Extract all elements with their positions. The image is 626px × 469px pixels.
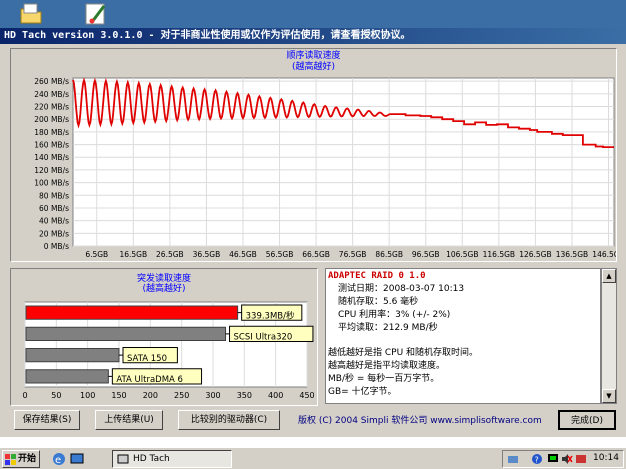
read-x-tick-label: 6.5GB: [85, 250, 108, 259]
burst-x-tick-label: 100: [80, 391, 95, 400]
info-line-cpu: CPU 利用率：3% (+/- 2%): [338, 310, 451, 320]
start-button[interactable]: 开始: [2, 450, 40, 468]
info-line-random-access: 随机存取：5.6 毫秒: [338, 297, 419, 307]
read-x-tick-label: 76.5GB: [339, 250, 367, 259]
read-y-tick-label: 140 MB/s: [34, 153, 69, 162]
info-line-date: 测试日期：2008-03-07 10:13: [338, 284, 465, 294]
clock: 10:14: [593, 453, 619, 463]
read-x-tick-label: 66.5GB: [302, 250, 330, 259]
read-x-tick-label: 56.5GB: [266, 250, 294, 259]
input-icon[interactable]: [575, 453, 587, 465]
read-y-tick-label: 120 MB/s: [34, 166, 69, 175]
read-x-tick-label: 36.5GB: [193, 250, 221, 259]
burst-bar-label: ATA UltraDMA 6: [116, 375, 183, 385]
burst-read-chart: 0 50 100 150 200 250 300 350 400 450 339.3MB/秒 SCSI…: [22, 301, 315, 400]
read-y-tick-label: 60 MB/s: [39, 204, 69, 213]
burst-x-tick-label: 200: [143, 391, 158, 400]
burst-bar-label: SATA 150: [127, 354, 167, 364]
burst-bar: [25, 348, 120, 363]
burst-x-tick-label: 450: [299, 391, 314, 400]
read-y-tick-label: 100 MB/s: [34, 179, 69, 188]
read-x-tick-label: 96.5GB: [412, 250, 440, 259]
burst-bar-label: SCSI Ultra320: [234, 333, 293, 343]
desktop: [0, 0, 626, 28]
upload-results-button[interactable]: 上传结果(U): [95, 410, 163, 430]
burst-bar: [25, 305, 239, 320]
ie-icon[interactable]: e: [52, 452, 66, 466]
system-tray: ? 10:14: [502, 450, 624, 468]
read-y-tick-label: 40 MB/s: [39, 217, 69, 226]
desktop-icon[interactable]: [70, 452, 84, 466]
burst-x-tick-label: 300: [205, 391, 220, 400]
svg-text:e: e: [55, 455, 61, 466]
read-y-tick-label: 180 MB/s: [34, 128, 69, 137]
taskbar-task-label: HD Tach: [133, 454, 170, 464]
read-x-tick-label: 46.5GB: [229, 250, 257, 259]
read-y-tick-label: 240 MB/s: [34, 90, 69, 99]
svg-text:?: ?: [535, 456, 539, 465]
info-note-lower-better: 越低越好是指 CPU 和随机存取时间。: [328, 348, 479, 358]
info-line-average-read: 平均读取：212.9 MB/秒: [338, 323, 438, 333]
scroll-down-button[interactable]: ▼: [602, 389, 616, 403]
start-label: 开始: [18, 454, 37, 464]
sequential-read-chart: 0 MB/s 20 MB/s 40 MB/s 60 MB/s 80 MB/s 100 MB…: [34, 77, 616, 259]
window-titlebar[interactable]: HD Tach version 3.0.1.0 - 对于非商业性使用或仅作为评估…: [0, 28, 626, 44]
read-y-tick-label: 20 MB/s: [39, 229, 69, 238]
paint-icon[interactable]: [84, 2, 110, 26]
sequential-read-panel: 顺序读取速度 (越高越好) 0 MB/s 20 MB/s 40 MB/s 60 MB/…: [10, 48, 617, 262]
network-icon[interactable]: [507, 453, 519, 465]
read-x-tick-label: 126.5GB: [519, 250, 551, 259]
read-x-tick-label: 116.5GB: [483, 250, 515, 259]
read-y-tick-label: 0 MB/s: [44, 242, 69, 251]
read-x-tick-label: 136.5GB: [556, 250, 588, 259]
info-note-gb: GB= 十亿字节。: [328, 387, 397, 397]
read-y-tick-label: 260 MB/s: [34, 77, 69, 86]
taskbar-button-hdtach[interactable]: HD Tach: [112, 450, 232, 468]
folder-icon[interactable]: [18, 2, 44, 26]
hdtach-app-icon: [117, 454, 129, 464]
read-y-tick-label: 220 MB/s: [34, 103, 69, 112]
info-note-mbps: MB/秒 = 每秒一百万字节。: [328, 374, 440, 384]
volume-muted-icon[interactable]: [561, 453, 573, 465]
read-y-tick-label: 80 MB/s: [39, 191, 69, 200]
burst-bar: [25, 326, 227, 341]
burst-x-tick-label: 350: [237, 391, 252, 400]
monitor-icon[interactable]: [547, 453, 559, 465]
read-x-tick-label: 146.5GB: [592, 250, 616, 259]
burst-x-tick-label: 150: [111, 391, 126, 400]
drive-name: ADAPTEC RAID 0 1.0: [328, 271, 426, 281]
burst-x-tick-label: 400: [268, 391, 283, 400]
info-note-higher-better: 越高越好是指平均读取速度。: [328, 361, 446, 371]
taskbar: 开始 e HD Tach ? 10:14: [0, 447, 626, 469]
read-x-tick-label: 106.5GB: [446, 250, 478, 259]
help-icon[interactable]: ?: [531, 453, 543, 465]
windows-logo-icon: [5, 454, 16, 465]
read-x-tick-label: 26.5GB: [156, 250, 184, 259]
burst-bar-label: 339.3MB/秒: [246, 310, 295, 321]
read-x-tick-label: 86.5GB: [375, 250, 403, 259]
burst-bar: [25, 369, 109, 384]
read-x-tick-label: 16.5GB: [119, 250, 147, 259]
info-scrollbar[interactable]: ▲ ▼: [601, 268, 617, 404]
results-info-box[interactable]: ADAPTEC RAID 0 1.0 测试日期：2008-03-07 10:13…: [325, 268, 601, 404]
burst-x-tick-label: 50: [51, 391, 61, 400]
done-button[interactable]: 完成(D): [558, 410, 616, 430]
burst-read-panel: 突发读取速度 (越高越好) 0 50 100 150 200 250 300 350 400 45…: [10, 268, 318, 406]
scroll-up-button[interactable]: ▲: [602, 269, 616, 283]
save-results-button[interactable]: 保存结果(S): [14, 410, 80, 430]
copyright-text: 版权 (C) 2004 Simpli 软件公司 www.simplisoftwa…: [298, 416, 542, 426]
burst-x-tick-label: 250: [174, 391, 189, 400]
read-y-tick-label: 160 MB/s: [34, 141, 69, 150]
compare-drive-button[interactable]: 比较别的驱动器(C): [178, 410, 280, 430]
read-y-tick-label: 200 MB/s: [34, 115, 69, 124]
burst-x-tick-label: 0: [22, 391, 27, 400]
hdtach-window: 顺序读取速度 (越高越好) 0 MB/s 20 MB/s 40 MB/s 60 MB/…: [0, 44, 626, 437]
